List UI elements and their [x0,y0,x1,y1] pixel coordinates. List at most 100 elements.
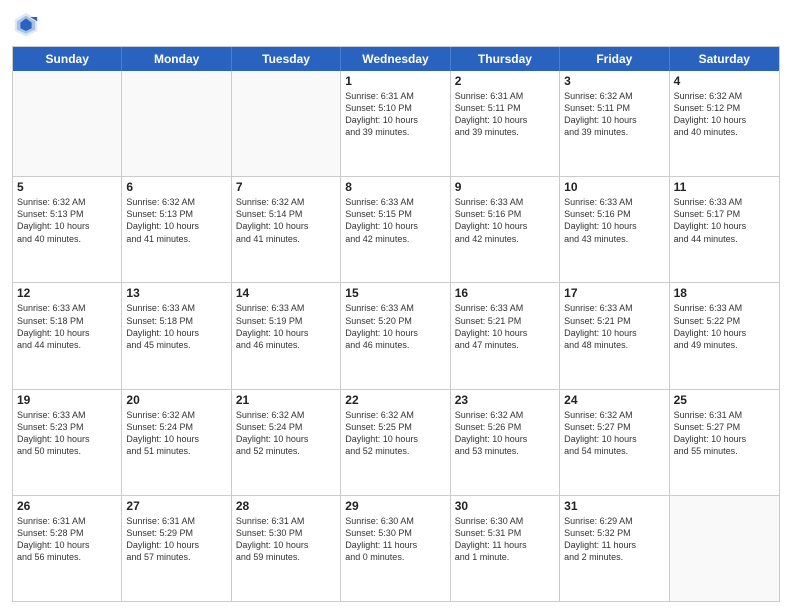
day-info: Sunrise: 6:33 AM Sunset: 5:19 PM Dayligh… [236,302,336,351]
weekday-header: Wednesday [341,47,450,71]
day-info: Sunrise: 6:32 AM Sunset: 5:26 PM Dayligh… [455,409,555,458]
calendar-cell: 8 Sunrise: 6:33 AM Sunset: 5:15 PM Daylig… [341,177,450,282]
day-number: 18 [674,286,775,300]
calendar-row: 1Sunrise: 6:31 AM Sunset: 5:10 PM Daylig… [13,71,779,177]
day-info: Sunrise: 6:33 AM Sunset: 5:21 PM Dayligh… [564,302,664,351]
day-number: 17 [564,286,664,300]
day-number: 27 [126,499,226,513]
day-number: 6 [126,180,226,194]
calendar-cell: 23Sunrise: 6:32 AM Sunset: 5:26 PM Dayli… [451,390,560,495]
day-number: 7 [236,180,336,194]
day-info: Sunrise: 6:33 AM Sunset: 5:23 PM Dayligh… [17,409,117,458]
calendar-header: SundayMondayTuesdayWednesdayThursdayFrid… [13,47,779,71]
day-info: Sunrise: 6:32 AM Sunset: 5:25 PM Dayligh… [345,409,445,458]
day-number: 3 [564,74,664,88]
weekday-header: Tuesday [232,47,341,71]
day-info: Sunrise: 6:32 AM Sunset: 5:13 PM Dayligh… [126,196,226,245]
day-info: Sunrise: 6:32 AM Sunset: 5:11 PM Dayligh… [564,90,664,139]
day-info: Sunrise: 6:31 AM Sunset: 5:11 PM Dayligh… [455,90,555,139]
calendar-cell: 2 Sunrise: 6:31 AM Sunset: 5:11 PM Daylig… [451,71,560,176]
calendar: SundayMondayTuesdayWednesdayThursdayFrid… [12,46,780,602]
day-info: Sunrise: 6:33 AM Sunset: 5:21 PM Dayligh… [455,302,555,351]
day-number: 2 [455,74,555,88]
calendar-row: 5 Sunrise: 6:32 AM Sunset: 5:13 PM Daylig… [13,177,779,283]
calendar-cell: 22Sunrise: 6:32 AM Sunset: 5:25 PM Dayli… [341,390,450,495]
calendar-cell: 31 Sunrise: 6:29 AM Sunset: 5:32 PM Dayli… [560,496,669,601]
day-number: 5 [17,180,117,194]
day-info: Sunrise: 6:31 AM Sunset: 5:30 PM Dayligh… [236,515,336,564]
calendar-cell: 3 Sunrise: 6:32 AM Sunset: 5:11 PM Daylig… [560,71,669,176]
day-info: Sunrise: 6:32 AM Sunset: 5:14 PM Dayligh… [236,196,336,245]
calendar-cell: 10Sunrise: 6:33 AM Sunset: 5:16 PM Dayli… [560,177,669,282]
weekday-header: Saturday [670,47,779,71]
day-number: 24 [564,393,664,407]
calendar-cell: 7 Sunrise: 6:32 AM Sunset: 5:14 PM Daylig… [232,177,341,282]
calendar-cell [122,71,231,176]
day-info: Sunrise: 6:32 AM Sunset: 5:13 PM Dayligh… [17,196,117,245]
calendar-cell: 27 Sunrise: 6:31 AM Sunset: 5:29 PM Dayli… [122,496,231,601]
day-info: Sunrise: 6:32 AM Sunset: 5:27 PM Dayligh… [564,409,664,458]
calendar-cell: 19 Sunrise: 6:33 AM Sunset: 5:23 PM Dayli… [13,390,122,495]
day-info: Sunrise: 6:33 AM Sunset: 5:18 PM Dayligh… [17,302,117,351]
calendar-cell: 17 Sunrise: 6:33 AM Sunset: 5:21 PM Dayli… [560,283,669,388]
day-number: 12 [17,286,117,300]
calendar-cell: 29 Sunrise: 6:30 AM Sunset: 5:30 PM Dayli… [341,496,450,601]
weekday-header: Monday [122,47,231,71]
weekday-header: Friday [560,47,669,71]
day-number: 29 [345,499,445,513]
day-info: Sunrise: 6:32 AM Sunset: 5:12 PM Dayligh… [674,90,775,139]
calendar-cell [13,71,122,176]
day-info: Sunrise: 6:33 AM Sunset: 5:18 PM Dayligh… [126,302,226,351]
day-info: Sunrise: 6:31 AM Sunset: 5:28 PM Dayligh… [17,515,117,564]
calendar-cell [670,496,779,601]
calendar-cell: 15Sunrise: 6:33 AM Sunset: 5:20 PM Dayli… [341,283,450,388]
day-info: Sunrise: 6:31 AM Sunset: 5:27 PM Dayligh… [674,409,775,458]
calendar-cell: 6 Sunrise: 6:32 AM Sunset: 5:13 PM Daylig… [122,177,231,282]
day-info: Sunrise: 6:29 AM Sunset: 5:32 PM Dayligh… [564,515,664,564]
calendar-cell: 18 Sunrise: 6:33 AM Sunset: 5:22 PM Dayli… [670,283,779,388]
calendar-cell: 25Sunrise: 6:31 AM Sunset: 5:27 PM Dayli… [670,390,779,495]
calendar-row: 12 Sunrise: 6:33 AM Sunset: 5:18 PM Dayli… [13,283,779,389]
day-info: Sunrise: 6:30 AM Sunset: 5:30 PM Dayligh… [345,515,445,564]
calendar-row: 19 Sunrise: 6:33 AM Sunset: 5:23 PM Dayli… [13,390,779,496]
day-number: 8 [345,180,445,194]
day-number: 9 [455,180,555,194]
calendar-cell: 24 Sunrise: 6:32 AM Sunset: 5:27 PM Dayli… [560,390,669,495]
day-info: Sunrise: 6:31 AM Sunset: 5:10 PM Dayligh… [345,90,445,139]
day-info: Sunrise: 6:32 AM Sunset: 5:24 PM Dayligh… [236,409,336,458]
day-number: 10 [564,180,664,194]
day-number: 11 [674,180,775,194]
calendar-cell: 9Sunrise: 6:33 AM Sunset: 5:16 PM Daylig… [451,177,560,282]
day-number: 31 [564,499,664,513]
day-info: Sunrise: 6:31 AM Sunset: 5:29 PM Dayligh… [126,515,226,564]
calendar-body: 1Sunrise: 6:31 AM Sunset: 5:10 PM Daylig… [13,71,779,601]
day-info: Sunrise: 6:33 AM Sunset: 5:17 PM Dayligh… [674,196,775,245]
day-number: 14 [236,286,336,300]
calendar-cell: 14 Sunrise: 6:33 AM Sunset: 5:19 PM Dayli… [232,283,341,388]
day-number: 20 [126,393,226,407]
day-number: 21 [236,393,336,407]
day-number: 19 [17,393,117,407]
calendar-cell: 1Sunrise: 6:31 AM Sunset: 5:10 PM Daylig… [341,71,450,176]
calendar-row: 26 Sunrise: 6:31 AM Sunset: 5:28 PM Dayli… [13,496,779,601]
calendar-cell [232,71,341,176]
logo [12,10,44,38]
calendar-cell: 26 Sunrise: 6:31 AM Sunset: 5:28 PM Dayli… [13,496,122,601]
calendar-cell: 28 Sunrise: 6:31 AM Sunset: 5:30 PM Dayli… [232,496,341,601]
day-number: 28 [236,499,336,513]
calendar-cell: 21 Sunrise: 6:32 AM Sunset: 5:24 PM Dayli… [232,390,341,495]
day-number: 13 [126,286,226,300]
calendar-cell: 30Sunrise: 6:30 AM Sunset: 5:31 PM Dayli… [451,496,560,601]
logo-icon [12,10,40,38]
weekday-header: Thursday [451,47,560,71]
day-number: 16 [455,286,555,300]
day-number: 4 [674,74,775,88]
header [12,10,780,38]
day-number: 26 [17,499,117,513]
calendar-cell: 12 Sunrise: 6:33 AM Sunset: 5:18 PM Dayli… [13,283,122,388]
calendar-cell: 4 Sunrise: 6:32 AM Sunset: 5:12 PM Daylig… [670,71,779,176]
day-info: Sunrise: 6:33 AM Sunset: 5:20 PM Dayligh… [345,302,445,351]
day-info: Sunrise: 6:33 AM Sunset: 5:15 PM Dayligh… [345,196,445,245]
calendar-cell: 5 Sunrise: 6:32 AM Sunset: 5:13 PM Daylig… [13,177,122,282]
day-info: Sunrise: 6:33 AM Sunset: 5:22 PM Dayligh… [674,302,775,351]
